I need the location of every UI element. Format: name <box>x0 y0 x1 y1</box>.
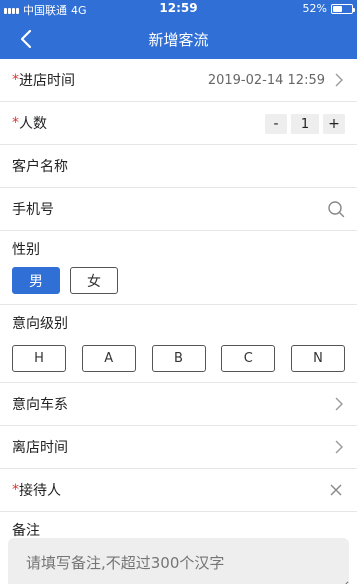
search-icon[interactable] <box>327 200 345 218</box>
intent-level-option-b[interactable]: B <box>151 345 206 372</box>
leave-time-label: 离店时间 <box>12 440 68 456</box>
battery-fill <box>333 5 343 12</box>
gender-section: 性别 男 女 <box>0 231 357 305</box>
required-mark: * <box>12 115 19 131</box>
gender-label: 性别 <box>12 242 40 258</box>
battery-percent: 52% <box>302 2 327 15</box>
people-count-label: 人数 <box>19 116 47 132</box>
gender-options: 男 女 <box>0 259 357 304</box>
battery-icon <box>331 3 355 14</box>
intent-level-section: 意向级别 H A B C N <box>0 305 357 383</box>
arrival-time-label: 进店时间 <box>19 73 75 89</box>
status-bar: 中国联通 4G 12:59 52% <box>0 0 357 18</box>
remark-textarea[interactable] <box>8 538 349 584</box>
intent-level-option-h[interactable]: H <box>12 345 66 372</box>
navbar: 新增客流 <box>0 18 357 59</box>
intent-series-row[interactable]: 意向车系 <box>0 383 357 426</box>
status-right: 52% <box>302 2 355 15</box>
decrement-button[interactable]: - <box>265 114 287 134</box>
page-title: 新增客流 <box>148 31 209 49</box>
leave-time-row[interactable]: 离店时间 <box>0 426 357 469</box>
people-count-stepper: - 1 + <box>265 114 345 134</box>
phone-label: 手机号 <box>12 202 54 218</box>
close-icon[interactable] <box>329 483 343 497</box>
arrival-time-row[interactable]: * 进店时间 2019-02-14 12:59 <box>0 59 357 102</box>
chevron-right-icon <box>333 397 345 411</box>
receptionist-row[interactable]: * 接待人 <box>0 469 357 512</box>
phone-field[interactable]: 手机号 <box>0 188 357 231</box>
gender-option-male[interactable]: 男 <box>12 267 60 294</box>
intent-level-label: 意向级别 <box>12 316 68 332</box>
people-count-value[interactable]: 1 <box>291 114 319 134</box>
chevron-right-icon <box>333 440 345 454</box>
customer-name-field[interactable]: 客户名称 <box>0 145 357 188</box>
gender-option-female[interactable]: 女 <box>70 267 118 294</box>
chevron-right-icon <box>333 73 345 87</box>
required-mark: * <box>12 72 19 88</box>
customer-name-label: 客户名称 <box>12 159 68 175</box>
intent-level-option-a[interactable]: A <box>81 345 136 372</box>
people-count-row: * 人数 - 1 + <box>0 102 357 145</box>
receptionist-label: 接待人 <box>19 483 61 499</box>
arrival-time-value: 2019-02-14 12:59 <box>207 73 325 88</box>
required-mark: * <box>12 482 19 498</box>
intent-series-label: 意向车系 <box>12 397 68 413</box>
intent-level-option-c[interactable]: C <box>221 345 276 372</box>
intent-level-options: H A B C N <box>0 333 357 382</box>
intent-level-option-n[interactable]: N <box>291 345 345 372</box>
increment-button[interactable]: + <box>323 114 345 134</box>
